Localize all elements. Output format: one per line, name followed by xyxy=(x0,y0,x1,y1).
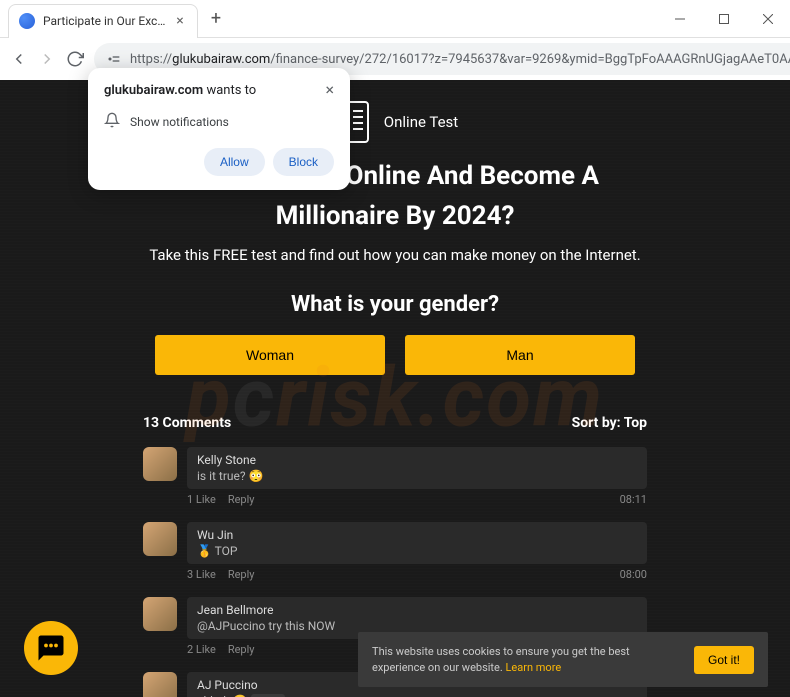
cool-badge: Cool xyxy=(251,694,285,697)
site-settings-icon[interactable] xyxy=(106,51,122,67)
allow-button[interactable]: Allow xyxy=(204,148,265,176)
notification-permission-popup: glukubairaw.com wants to × Show notifica… xyxy=(88,68,350,190)
answer-man-button[interactable]: Man xyxy=(405,335,635,375)
permission-message: Show notifications xyxy=(130,115,229,129)
reply-button[interactable]: Reply xyxy=(228,493,255,506)
header-label: Online Test xyxy=(384,113,458,131)
new-tab-button[interactable]: + xyxy=(202,5,230,33)
like-button[interactable]: 3 Like xyxy=(187,568,216,581)
tab-favicon xyxy=(19,13,35,29)
close-icon[interactable]: × xyxy=(325,82,334,98)
comment-text: 🥇 TOP xyxy=(197,544,637,558)
like-button[interactable]: 2 Like xyxy=(187,643,216,656)
comment-item: Kelly Stone is it true? 😳 1 Like Reply 0… xyxy=(143,447,647,506)
back-button[interactable] xyxy=(10,45,28,73)
tabs-area: Participate in Our Exclusive Onl × + xyxy=(0,0,230,37)
comment-time: 08:00 xyxy=(620,568,647,581)
comments-header: 13 Comments Sort by: Top xyxy=(143,415,647,431)
maximize-button[interactable] xyxy=(702,4,746,34)
comment-bubble: Wu Jin 🥇 TOP xyxy=(187,522,647,564)
comment-bubble: Kelly Stone is it true? 😳 xyxy=(187,447,647,489)
avatar xyxy=(143,522,177,556)
comment-text: ahhah 😂 Cool xyxy=(197,694,637,697)
tab-close-icon[interactable]: × xyxy=(173,14,187,28)
block-button[interactable]: Block xyxy=(273,148,334,176)
answer-woman-button[interactable]: Woman xyxy=(155,335,385,375)
answer-buttons: Woman Man xyxy=(0,335,790,375)
permission-title: glukubairaw.com wants to xyxy=(104,83,256,98)
comment-item: Wu Jin 🥇 TOP 3 Like Reply 08:00 xyxy=(143,522,647,581)
window-controls xyxy=(658,4,790,34)
comments-sort[interactable]: Sort by: Top xyxy=(572,415,647,431)
reply-button[interactable]: Reply xyxy=(228,568,255,581)
comment-text: @AJPuccino try this NOW xyxy=(197,619,637,633)
browser-tab[interactable]: Participate in Our Exclusive Onl × xyxy=(8,4,198,38)
chat-help-button[interactable] xyxy=(24,621,78,675)
window-titlebar: Participate in Our Exclusive Onl × + xyxy=(0,0,790,38)
close-window-button[interactable] xyxy=(746,4,790,34)
comment-author: Wu Jin xyxy=(197,528,637,542)
headline-line-2: Millionaire By 2024? xyxy=(0,200,790,234)
avatar xyxy=(143,672,177,697)
avatar xyxy=(143,447,177,481)
question-text: What is your gender? xyxy=(0,292,790,317)
subheadline: Take this FREE test and find out how you… xyxy=(0,234,790,292)
tab-title: Participate in Our Exclusive Onl xyxy=(43,14,167,28)
url-text: https://glukubairaw.com/finance-survey/2… xyxy=(130,52,790,67)
comment-author: Kelly Stone xyxy=(197,453,637,467)
cookie-consent-bar: This website uses cookies to ensure you … xyxy=(358,632,768,687)
reload-button[interactable] xyxy=(66,45,84,73)
comment-time: 08:11 xyxy=(620,493,647,506)
comments-count: 13 Comments xyxy=(143,415,231,431)
cookie-accept-button[interactable]: Got it! xyxy=(694,646,754,674)
forward-button[interactable] xyxy=(38,45,56,73)
reply-button[interactable]: Reply xyxy=(228,643,255,656)
cookie-text: This website uses cookies to ensure you … xyxy=(372,644,680,675)
minimize-button[interactable] xyxy=(658,4,702,34)
comment-text: is it true? 😳 xyxy=(197,469,637,483)
bell-icon xyxy=(104,112,120,132)
learn-more-link[interactable]: Learn more xyxy=(506,661,562,674)
like-button[interactable]: 1 Like xyxy=(187,493,216,506)
avatar xyxy=(143,597,177,631)
comment-author: Jean Bellmore xyxy=(197,603,637,617)
